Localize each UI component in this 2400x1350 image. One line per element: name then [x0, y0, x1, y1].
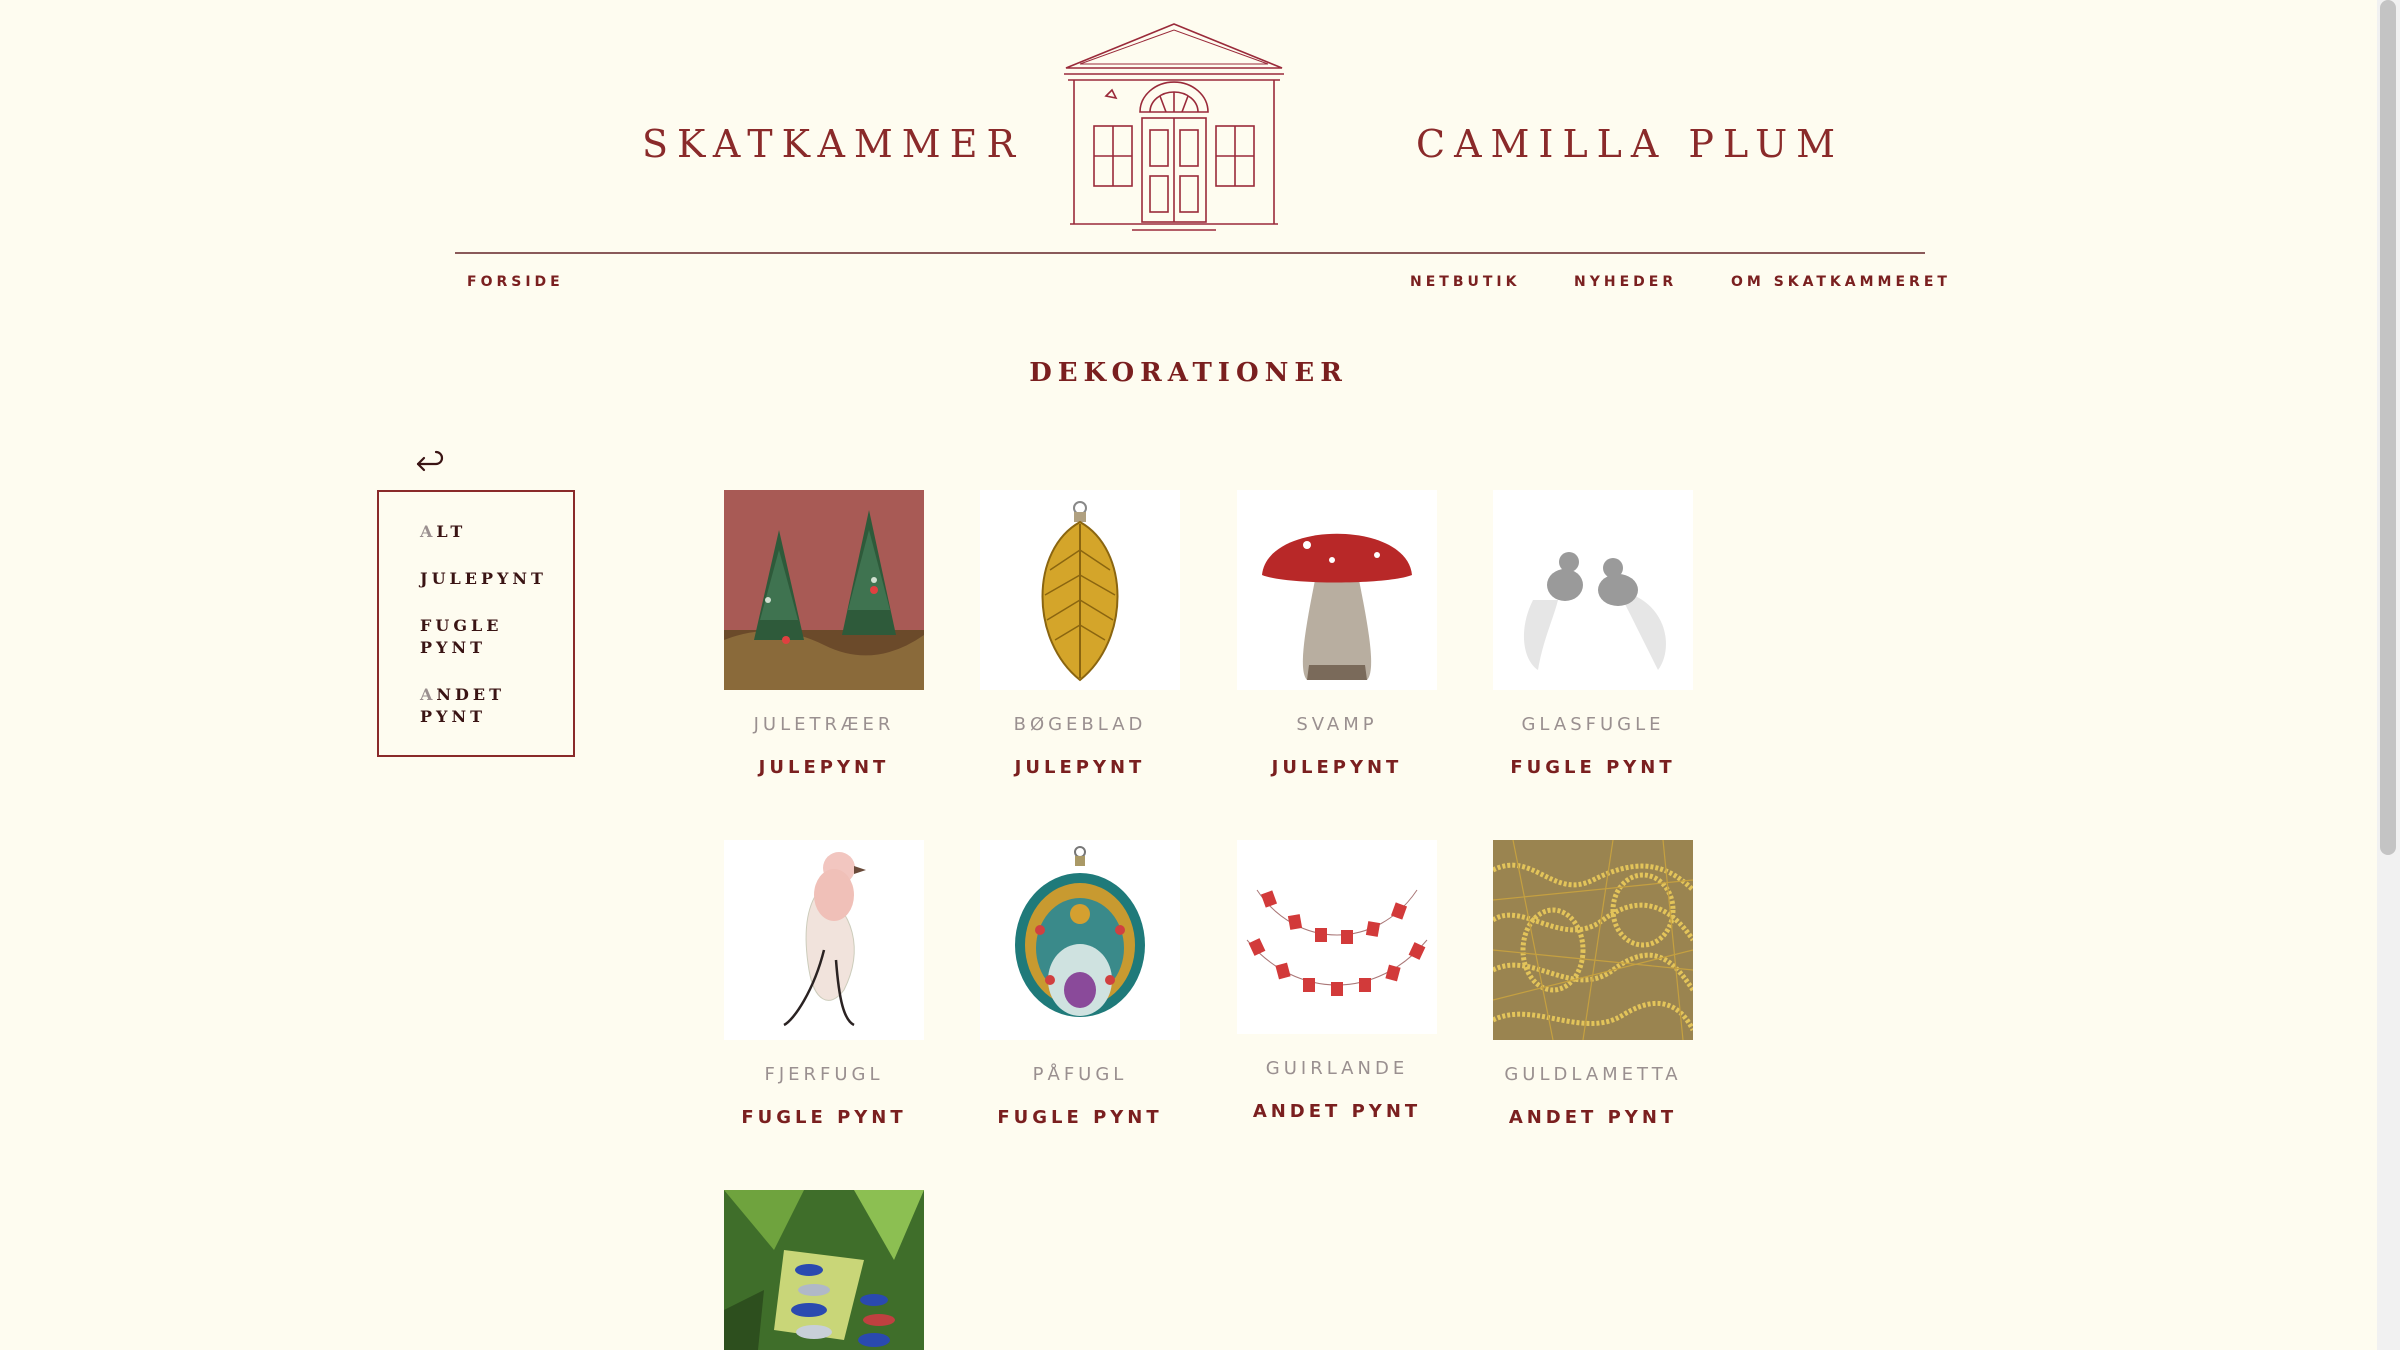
filter-fugle-pynt[interactable]: FUGLE PYNT	[420, 615, 520, 659]
product-category: FUGLE PYNT	[1510, 757, 1676, 778]
product-category: FUGLE PYNT	[997, 1107, 1163, 1128]
back-arrow-icon[interactable]	[414, 450, 446, 478]
product-image-guldlametta[interactable]	[1493, 840, 1693, 1040]
product-image-guirlande[interactable]	[1237, 840, 1437, 1034]
filter-alt[interactable]: ALT	[420, 521, 570, 543]
product-category: ANDET PYNT	[1252, 1101, 1422, 1122]
product-name: SVAMP	[1296, 714, 1378, 735]
product-image-fjerfugl[interactable]	[724, 840, 924, 1040]
product-category: FUGLE PYNT	[741, 1107, 907, 1128]
product-card[interactable]: JULETRÆER JULEPYNT	[724, 490, 924, 778]
product-card[interactable]: SVAMP JULEPYNT	[1237, 490, 1437, 778]
filter-andet-pynt[interactable]: ANDET PYNT	[420, 684, 520, 728]
product-name: GUIRLANDE	[1265, 1058, 1409, 1079]
nav-om-skatkammeret[interactable]: OM SKATKAMMERET	[1731, 274, 1951, 290]
product-card[interactable]: GLASFUGLE FUGLE PYNT	[1493, 490, 1693, 778]
product-card[interactable]: FJERFUGL FUGLE PYNT	[724, 840, 924, 1128]
product-card[interactable]: BØGEBLAD JULEPYNT	[980, 490, 1180, 778]
nav-netbutik[interactable]: NETBUTIK	[1410, 274, 1520, 290]
product-image-glasfugle[interactable]	[1493, 490, 1693, 690]
product-category: JULEPYNT	[758, 757, 890, 778]
product-card[interactable]	[724, 1190, 924, 1350]
product-category: JULEPYNT	[1271, 757, 1403, 778]
product-name: FJERFUGL	[764, 1064, 884, 1085]
nav-forside[interactable]: FORSIDE	[467, 274, 564, 290]
nav-nyheder[interactable]: NYHEDER	[1574, 274, 1677, 290]
category-filter: ALT JULEPYNT FUGLE PYNT ANDET PYNT	[377, 490, 575, 757]
product-card[interactable]: GUIRLANDE ANDET PYNT	[1237, 840, 1437, 1122]
product-image-ornaments[interactable]	[724, 1190, 924, 1350]
product-image-juletraeer[interactable]	[724, 490, 924, 690]
product-card[interactable]: PÅFUGL FUGLE PYNT	[980, 840, 1180, 1128]
product-card[interactable]: GULDLAMETTA ANDET PYNT	[1493, 840, 1693, 1128]
brand-camilla-plum: CAMILLA PLUM	[1416, 122, 1845, 166]
product-name: GLASFUGLE	[1521, 714, 1665, 735]
product-name: GULDLAMETTA	[1504, 1064, 1682, 1085]
brand-skatkammer: SKATKAMMER	[642, 122, 1025, 166]
product-name: BØGEBLAD	[1013, 714, 1147, 735]
page-title: DEKORATIONER	[1029, 358, 1348, 388]
product-name: PÅFUGL	[1032, 1064, 1128, 1085]
nav-divider	[455, 252, 1925, 254]
page-scrollbar[interactable]	[2377, 0, 2400, 1350]
filter-julepynt[interactable]: JULEPYNT	[420, 568, 570, 590]
product-category: JULEPYNT	[1014, 757, 1146, 778]
product-category: ANDET PYNT	[1508, 1107, 1678, 1128]
product-name: JULETRÆER	[753, 714, 895, 735]
product-image-boegeblad[interactable]	[980, 490, 1180, 690]
product-image-svamp[interactable]	[1237, 490, 1437, 690]
scrollbar-thumb[interactable]	[2380, 0, 2396, 855]
house-icon[interactable]	[1060, 20, 1288, 234]
product-image-paafugl[interactable]	[980, 840, 1180, 1040]
